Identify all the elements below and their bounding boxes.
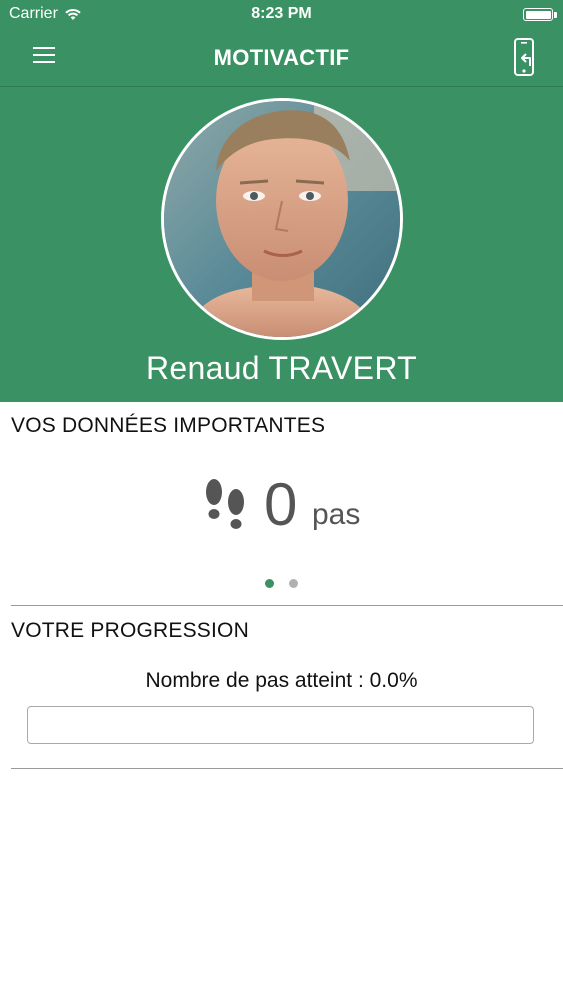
footprints-icon (206, 479, 244, 529)
battery-tip (554, 12, 557, 18)
steps-value: 0 (264, 471, 298, 538)
phone-logout-icon (514, 38, 534, 76)
logout-button[interactable] (508, 36, 540, 80)
avatar[interactable] (161, 98, 403, 340)
battery-icon (523, 8, 553, 21)
nav-divider (0, 86, 563, 87)
important-data-title: VOS DONNÉES IMPORTANTES (11, 414, 326, 437)
status-time: 8:23 PM (251, 5, 312, 22)
steps-unit: pas (312, 498, 361, 531)
status-bar: Carrier 8:23 PM (0, 0, 563, 30)
profile-header: Carrier 8:23 PM MOTIVACTIF Renaud TRAVER… (0, 0, 563, 402)
nav-bar: MOTIVACTIF (0, 30, 563, 86)
bottom-divider (11, 768, 563, 769)
user-name: Renaud TRAVERT (146, 350, 417, 386)
page-dot-1[interactable] (265, 579, 275, 588)
avatar-photo (164, 101, 400, 337)
progression-title: VOTRE PROGRESSION (11, 619, 249, 642)
section-divider (11, 605, 563, 606)
page-dot-2[interactable] (288, 579, 298, 588)
app-title: MOTIVACTIF (213, 45, 350, 70)
page-indicator[interactable] (0, 575, 563, 588)
progress-label: Nombre de pas atteint : 0.0% (145, 669, 418, 692)
battery-fill (525, 10, 551, 19)
progress-bar (27, 706, 534, 744)
steps-display: 0 pas (0, 470, 563, 550)
